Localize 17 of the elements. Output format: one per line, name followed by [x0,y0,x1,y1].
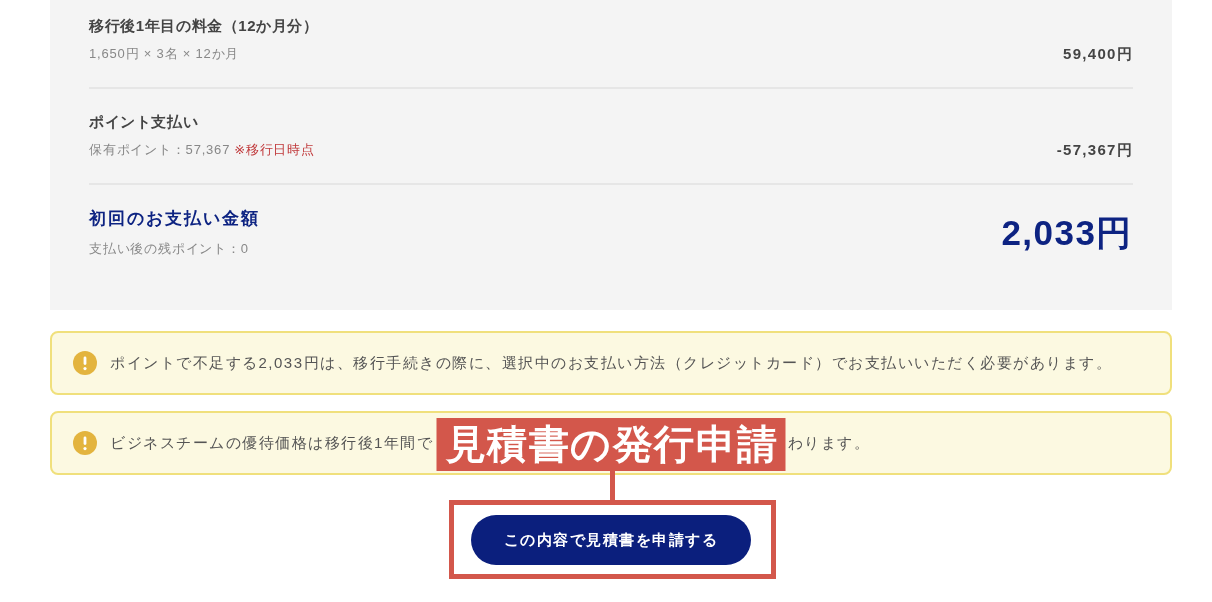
item-title: 移行後1年目の料金（12か月分） [89,16,319,36]
item-detail: 保有ポイント：57,367 [89,141,231,159]
amount-text: 59,400円 [1063,44,1133,64]
notice-text: ポイントで不足する2,033円は、移行手続きの際に、選択中のお支払い方法（クレジットカード）でお支払いいただく必要があります。 [110,353,1113,373]
exclamation-icon [73,431,97,455]
item-detail: 支払い後の残ポイント：0 [89,240,249,258]
note-text: ※移行日時点 [234,141,315,159]
amount-text: -57,367円 [1056,140,1133,160]
callout-label: 見積書の発行申請 [436,418,786,471]
total-title: 初回のお支払い金額 [89,208,260,230]
notice-text: わります。 [787,433,870,453]
item-title: ポイント支払い [89,112,200,132]
item-detail: 1,650円 × 3名 × 12か月 [89,45,240,63]
exclamation-icon [73,351,97,375]
total-amount: 2,033円 [1001,213,1133,253]
notice-text: ビジネスチームの優待価格は移行後1年間で [110,433,434,453]
submit-button[interactable]: この内容で見積書を申請する [471,515,751,565]
